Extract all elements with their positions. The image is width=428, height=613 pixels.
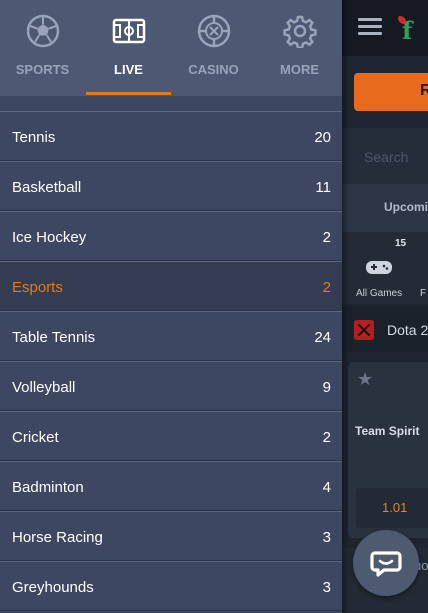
cta-button[interactable]: R <box>354 73 428 111</box>
sport-name: Volleyball <box>12 379 76 396</box>
drawer-nav: SPORTS LIVE CASINO MORE <box>0 0 342 96</box>
sport-count: 20 <box>314 129 331 146</box>
gamepad-icon[interactable] <box>365 258 393 276</box>
nav-live-label: LIVE <box>114 62 143 77</box>
brand-logo[interactable]: f <box>398 14 428 44</box>
dota-icon <box>354 320 374 340</box>
sport-list: Tennis 20 Basketball 11 Ice Hockey 2 Esports 2 T… <box>0 111 342 611</box>
search-placeholder: Search <box>364 149 409 165</box>
sport-row[interactable]: Horse Racing 3 <box>0 511 342 561</box>
soccer-ball-icon <box>26 14 59 48</box>
team-name: Team Spirit <box>355 424 420 438</box>
active-tab-indicator <box>86 92 171 95</box>
sport-count: 11 <box>315 179 331 196</box>
sport-count: 4 <box>322 479 331 496</box>
sport-name: Table Tennis <box>12 329 96 346</box>
sport-count: 2 <box>322 229 331 246</box>
sport-count: 2 <box>322 429 331 446</box>
favorite-star-icon[interactable]: ★ <box>357 369 373 390</box>
sport-row[interactable]: Greyhounds 3 <box>0 561 342 611</box>
sport-row[interactable]: Esports 2 <box>0 261 342 311</box>
nav-sports[interactable]: SPORTS <box>0 0 85 96</box>
sport-count: 3 <box>322 529 331 546</box>
sport-name: Basketball <box>12 179 82 196</box>
gear-icon <box>282 15 317 48</box>
filter-label-partial[interactable]: F <box>420 288 426 299</box>
sport-row[interactable]: Badminton 4 <box>0 461 342 511</box>
sport-row[interactable]: Basketball 11 <box>0 161 342 211</box>
sport-name: Horse Racing <box>12 529 103 546</box>
sport-count: 3 <box>322 579 331 596</box>
sport-row[interactable]: Table Tennis 24 <box>0 311 342 361</box>
sport-name: Greyhounds <box>12 579 94 596</box>
sport-name: Badminton <box>12 479 84 496</box>
chat-bubble-icon <box>370 551 402 577</box>
hamburger-menu-icon[interactable] <box>358 18 382 36</box>
nav-casino[interactable]: CASINO <box>171 0 256 96</box>
sport-name: Tennis <box>12 129 56 146</box>
sport-name: Cricket <box>12 429 59 446</box>
sport-row[interactable]: Ice Hockey 2 <box>0 211 342 261</box>
league-label: Dota 2 <box>387 322 428 338</box>
nav-more-label: MORE <box>280 62 319 77</box>
sport-row[interactable]: Volleyball 9 <box>0 361 342 411</box>
sport-count: 2 <box>322 279 331 296</box>
drawer-shadow <box>342 0 350 613</box>
nav-casino-label: CASINO <box>188 62 239 77</box>
sport-count: 9 <box>322 379 331 396</box>
live-chat-button[interactable] <box>353 530 419 596</box>
app-root: f R Search Upcomi 15 All Games F Dota 2 … <box>0 0 428 613</box>
nav-more[interactable]: MORE <box>257 0 342 96</box>
nav-live[interactable]: LIVE <box>86 0 171 96</box>
nav-sports-label: SPORTS <box>15 62 70 77</box>
sport-row[interactable]: Cricket 2 <box>0 411 342 461</box>
side-drawer: SPORTS LIVE CASINO MORE Tennis 20 Basket… <box>0 0 342 613</box>
pitch-icon <box>112 18 145 44</box>
sport-count: 24 <box>314 329 331 346</box>
sport-name: Esports <box>12 279 63 296</box>
sport-row[interactable]: Tennis 20 <box>0 111 342 161</box>
tab-upcoming[interactable]: Upcomi <box>384 200 428 214</box>
all-games-label[interactable]: All Games <box>356 288 402 299</box>
odds-value: 1.01 <box>382 500 408 515</box>
games-count: 15 <box>395 238 407 249</box>
casino-chip-icon <box>197 14 230 48</box>
sport-name: Ice Hockey <box>12 229 87 246</box>
